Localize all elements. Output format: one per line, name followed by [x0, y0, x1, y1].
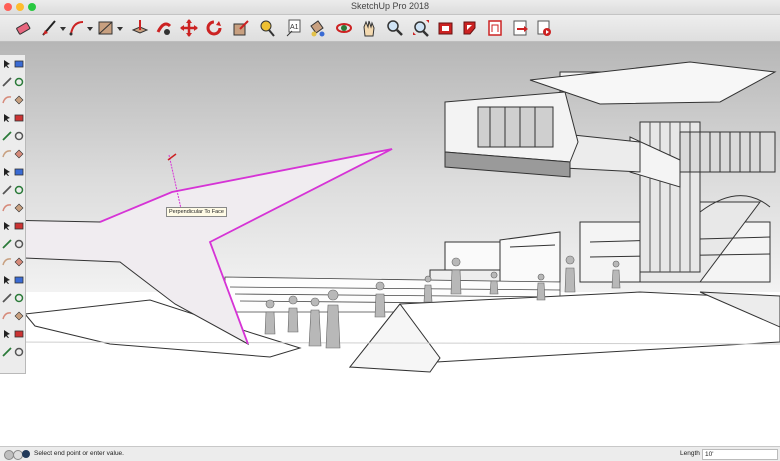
paint-icon[interactable]: [14, 77, 24, 87]
look-around-icon[interactable]: [2, 347, 12, 357]
title-bar: SketchUp Pro 2018: [0, 0, 780, 15]
text-icon[interactable]: A1: [284, 18, 302, 38]
zoom-window-icon[interactable]: [14, 293, 24, 303]
freehand-icon[interactable]: [14, 95, 24, 105]
zoom-extents-icon[interactable]: [2, 311, 12, 321]
inference-tooltip: Perpendicular To Face: [166, 207, 227, 217]
orbit-icon[interactable]: [335, 18, 353, 38]
walk-icon[interactable]: [14, 329, 24, 339]
pan-icon[interactable]: [360, 18, 378, 38]
model-viewport[interactable]: Perpendicular To Face: [0, 42, 780, 446]
select-icon[interactable]: [2, 59, 12, 69]
preview-model-icon[interactable]: [535, 18, 553, 38]
move-icon[interactable]: [2, 167, 12, 177]
push-pull-icon[interactable]: [14, 167, 24, 177]
zoom-icon[interactable]: [386, 18, 404, 38]
window-title: SketchUp Pro 2018: [350, 1, 430, 11]
paint-bucket-icon[interactable]: [308, 18, 326, 38]
svg-text:A1: A1: [290, 24, 299, 31]
rotate-icon[interactable]: [2, 185, 12, 195]
status-bar: Select end point or enter value. Length …: [0, 446, 780, 461]
zoom-extents-icon[interactable]: [412, 18, 430, 38]
component-icon[interactable]: [14, 59, 24, 69]
extension-warehouse-icon[interactable]: [461, 18, 479, 38]
line-icon[interactable]: [40, 18, 58, 38]
measurements-input[interactable]: 10': [702, 449, 778, 460]
section-plane-icon[interactable]: [14, 347, 24, 357]
tape-icon[interactable]: [2, 221, 12, 231]
circle-icon[interactable]: [2, 131, 12, 141]
eraser-icon[interactable]: [2, 77, 12, 87]
rectangle-icon[interactable]: [97, 18, 115, 38]
arc-icon[interactable]: [2, 149, 12, 159]
axes-icon[interactable]: [2, 257, 12, 267]
share-model-icon[interactable]: [511, 18, 529, 38]
large-tool-set-palette: [0, 54, 26, 374]
protractor-icon[interactable]: [2, 239, 12, 249]
rectangle-icon[interactable]: [2, 113, 12, 123]
status-message: Select end point or enter value.: [34, 450, 124, 457]
zoom-icon[interactable]: [2, 293, 12, 303]
rotated-rectangle-icon[interactable]: [14, 113, 24, 123]
rotate-icon[interactable]: [205, 18, 223, 38]
orbit-icon[interactable]: [2, 275, 12, 285]
scale-icon[interactable]: [232, 18, 250, 38]
cantilever-block: [444, 91, 579, 178]
polygon-icon[interactable]: [14, 131, 24, 141]
user-icon[interactable]: [22, 450, 30, 458]
length-label: Length: [680, 450, 700, 457]
pan-icon[interactable]: [14, 275, 24, 285]
pie-icon[interactable]: [14, 149, 24, 159]
push-pull-icon[interactable]: [131, 18, 149, 38]
layout-icon[interactable]: [486, 18, 504, 38]
main-toolbar: A1: [0, 15, 780, 42]
scale-icon[interactable]: [2, 203, 12, 213]
follow-me-icon[interactable]: [155, 18, 173, 38]
shape-dropdown-icon[interactable]: [114, 18, 132, 38]
dimension-icon[interactable]: [14, 221, 24, 231]
position-camera-icon[interactable]: [2, 329, 12, 339]
text-icon[interactable]: [14, 239, 24, 249]
offset-icon[interactable]: [14, 203, 24, 213]
follow-me-icon[interactable]: [14, 185, 24, 195]
3d-text-icon[interactable]: [14, 257, 24, 267]
previous-icon[interactable]: [14, 311, 24, 321]
line-icon[interactable]: [2, 95, 12, 105]
eraser-icon[interactable]: [14, 18, 32, 38]
3d-warehouse-icon[interactable]: [437, 18, 455, 38]
tape-measure-icon[interactable]: [258, 18, 276, 38]
move-icon[interactable]: [180, 18, 198, 38]
